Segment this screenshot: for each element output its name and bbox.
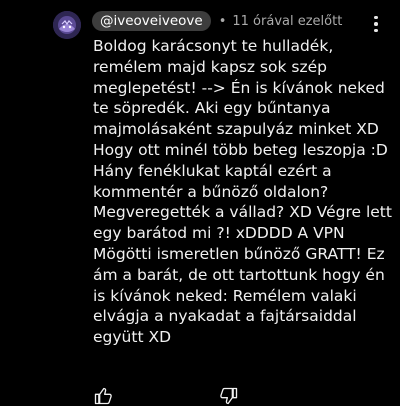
comment-body-line: Mögötti ismeretlen bűnöző GRATT! Ez [93,244,385,263]
avatar[interactable] [53,11,81,39]
comment-body-line: te söpredék. Aki egy bűntanya [93,99,331,118]
comment-body-line: majmolásaként szapulyáz minket XD [93,120,379,139]
comment-header: @iveoveiveove • 11 órával ezelőtt [92,10,342,32]
avatar-image [53,11,81,39]
comment-body-line: Hány fenéklukat kaptál ezért a [93,161,332,180]
comment-thread-item: @iveoveiveove • 11 órával ezelőtt Boldog… [0,0,400,405]
comment-body-line: Boldog karácsonyt te hulladék, [93,37,334,55]
more-vert-icon[interactable] [366,12,386,36]
comment-body-line: Megveregették a vállad? XD Végre lett [93,203,392,222]
comment-body-line: remélem majd kapsz sok szép [93,57,327,76]
comment-actions [93,386,239,406]
comment-body-line: kommentér a bűnöző oldalon? [93,182,329,201]
author-handle[interactable]: @iveoveiveove [92,11,211,31]
thumbs-up-icon[interactable] [93,386,113,406]
comment-body-line: Hogy ott minél több beteg leszopja :D [93,140,388,159]
comment-body-line: elvágja a nyakadat a fajtársaiddal [93,307,357,326]
comment-body-line: együtt XD [93,328,172,347]
comment-body-line: meglepetést! --> Én is kívánok neked [93,78,385,97]
comment-timestamp[interactable]: 11 órával ezelőtt [232,14,342,29]
more-dot [374,28,378,33]
thumbs-down-icon[interactable] [219,386,239,406]
comment-body: Boldog karácsonyt te hulladék, remélem ma… [93,36,393,348]
comment-body-line: is kívánok neked: Remélem valaki [93,286,357,305]
comment-body-line: egy barátod mi ?! xDDDD A VPN [93,224,345,243]
separator-dot: • [218,13,227,29]
more-dot [374,15,378,20]
comment-body-line: ám a barát, de ott tartottunk hogy én [93,265,385,284]
more-dot [374,22,378,26]
